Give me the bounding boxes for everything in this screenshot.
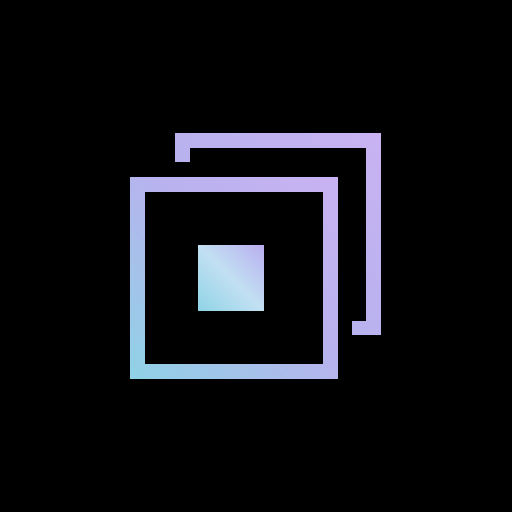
icon-canvas [0,0,512,512]
inner-square [198,245,264,311]
stacked-frames-icon [130,133,381,379]
